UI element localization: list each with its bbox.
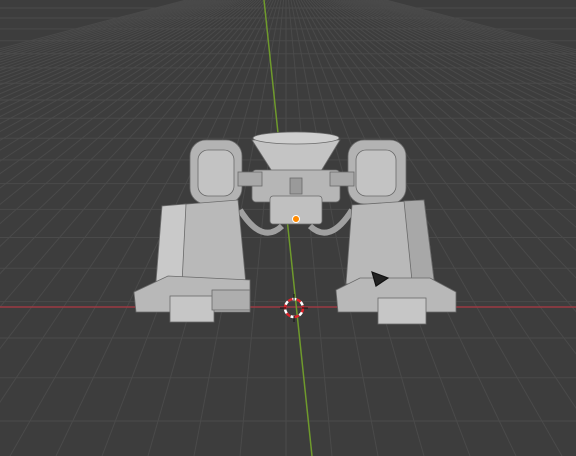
grid-line bbox=[0, 0, 187, 50]
grid-line bbox=[305, 0, 576, 355]
y-axis-line bbox=[263, 0, 313, 456]
object-origin-icon[interactable] bbox=[292, 215, 300, 223]
3d-viewport[interactable] bbox=[0, 0, 576, 456]
3d-cursor-icon[interactable] bbox=[280, 294, 308, 322]
